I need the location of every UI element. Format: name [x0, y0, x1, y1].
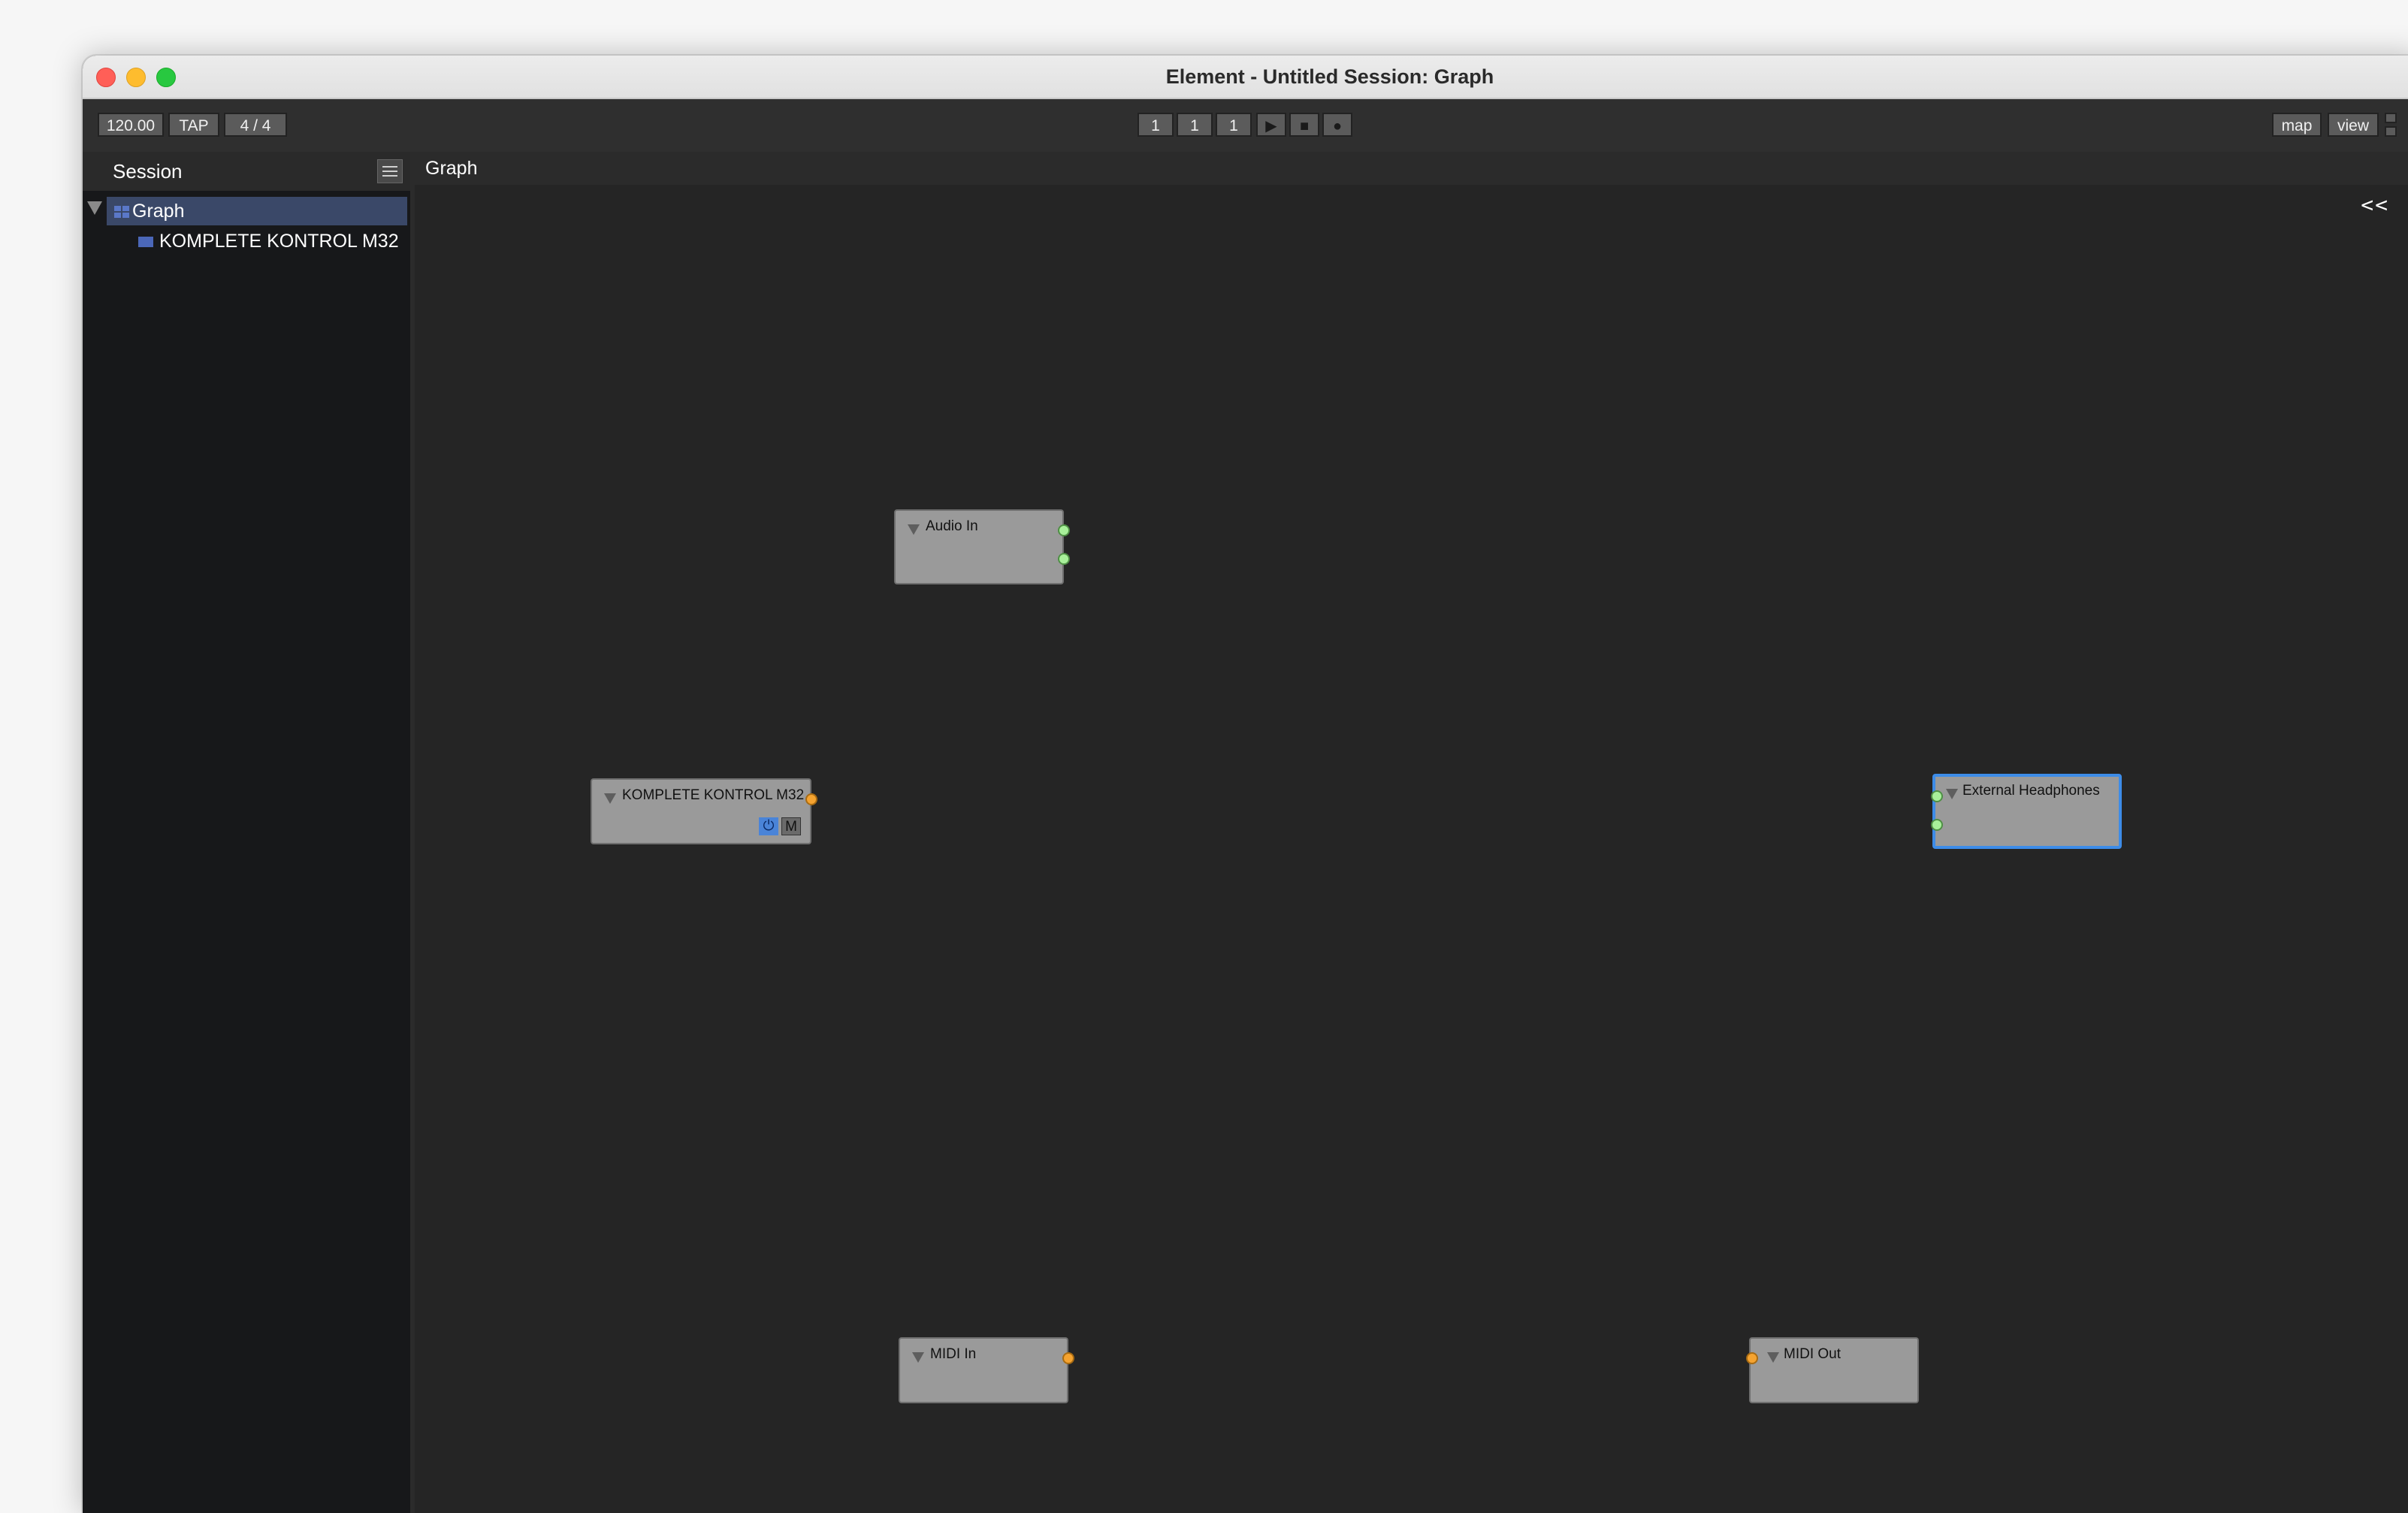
- tree-item-komplete-kontrol[interactable]: KOMPLETE KONTROL M32: [83, 227, 410, 257]
- app-window: Element - Untitled Session: Graph 120.00…: [83, 56, 2408, 1513]
- node-collapse-arrow-icon[interactable]: [604, 793, 616, 804]
- meter-field[interactable]: 4 / 4: [224, 113, 287, 137]
- node-collapse-arrow-icon[interactable]: [1767, 1352, 1779, 1363]
- sidebar-menu-button[interactable]: [377, 159, 403, 183]
- session-sidebar: Session Graph KOMPLETE KONTROL M32: [83, 152, 415, 1513]
- audio-in-port[interactable]: [1931, 819, 1943, 831]
- midi-out-port[interactable]: [1062, 1352, 1074, 1364]
- node-title: Audio In: [926, 518, 978, 534]
- zoom-window-button[interactable]: [156, 68, 176, 87]
- collapse-panel-button[interactable]: <<: [2361, 192, 2389, 217]
- bar-counter[interactable]: 1: [1138, 113, 1174, 137]
- node-title: MIDI Out: [1784, 1346, 1842, 1362]
- node-external-headphones[interactable]: External Headphones: [1931, 774, 2122, 849]
- play-button[interactable]: ▶: [1256, 113, 1286, 137]
- node-title: KOMPLETE KONTROL M32: [622, 787, 805, 803]
- power-icon: ⏻: [763, 818, 775, 834]
- menu-icon: [382, 166, 397, 168]
- node-icon: [138, 237, 153, 247]
- midi-out-port[interactable]: [805, 793, 817, 805]
- tick-counter[interactable]: 1: [1216, 113, 1252, 137]
- node-midi-out[interactable]: MIDI Out: [1746, 1337, 1919, 1403]
- tree-item-label: Graph: [132, 201, 185, 222]
- close-window-button[interactable]: [96, 68, 116, 87]
- record-icon: ●: [1332, 118, 1343, 134]
- panel-toggle-top[interactable]: [2385, 113, 2397, 123]
- audio-out-port[interactable]: [1058, 553, 1070, 565]
- mute-button[interactable]: M: [781, 817, 801, 835]
- audio-out-port[interactable]: [1058, 524, 1070, 536]
- node-komplete-kontrol-m32[interactable]: KOMPLETE KONTROL M32 ⏻ M: [591, 778, 817, 844]
- sidebar-title: Session: [113, 160, 183, 183]
- panel-toggle-bottom[interactable]: [2385, 126, 2397, 137]
- play-icon: ▶: [1265, 118, 1277, 134]
- stop-button[interactable]: ■: [1289, 113, 1319, 137]
- graph-icon: [114, 206, 129, 218]
- node-audio-in[interactable]: Audio In: [894, 509, 1070, 584]
- node-title: External Headphones: [1962, 783, 2100, 799]
- audio-in-port[interactable]: [1931, 790, 1943, 802]
- minimize-window-button[interactable]: [126, 68, 146, 87]
- window-title: Element - Untitled Session: Graph: [1165, 65, 1494, 88]
- node-collapse-arrow-icon[interactable]: [912, 1352, 924, 1363]
- stop-icon: ■: [1299, 118, 1310, 134]
- graph-editor[interactable]: Graph << Audio In KOMPLETE KONTROL M32 ⏻…: [415, 152, 2408, 1513]
- node-collapse-arrow-icon[interactable]: [908, 524, 920, 535]
- tree-item-label: KOMPLETE KONTROL M32: [159, 231, 399, 252]
- node-midi-in[interactable]: MIDI In: [899, 1337, 1074, 1403]
- map-button[interactable]: map: [2272, 113, 2322, 137]
- title-bar: Element - Untitled Session: Graph: [83, 56, 2408, 99]
- tree-item-graph[interactable]: Graph: [83, 197, 410, 227]
- tempo-field[interactable]: 120.00: [98, 113, 164, 137]
- tap-tempo-button[interactable]: TAP: [168, 113, 219, 137]
- tree-expand-arrow-icon[interactable]: [87, 201, 102, 215]
- node-collapse-arrow-icon[interactable]: [1946, 789, 1958, 799]
- midi-in-port[interactable]: [1746, 1352, 1758, 1364]
- node-title: MIDI In: [930, 1346, 977, 1362]
- graph-title: Graph: [425, 158, 478, 179]
- graph-header: Graph: [415, 152, 2408, 185]
- power-toggle-button[interactable]: ⏻: [759, 817, 778, 835]
- transport-toolbar: 120.00 TAP 4 / 4 1 1 1 ▶ ■ ● map view: [83, 99, 2408, 153]
- record-button[interactable]: ●: [1322, 113, 1352, 137]
- sidebar-header: Session: [83, 152, 410, 191]
- beat-counter[interactable]: 1: [1177, 113, 1213, 137]
- view-button[interactable]: view: [2328, 113, 2379, 137]
